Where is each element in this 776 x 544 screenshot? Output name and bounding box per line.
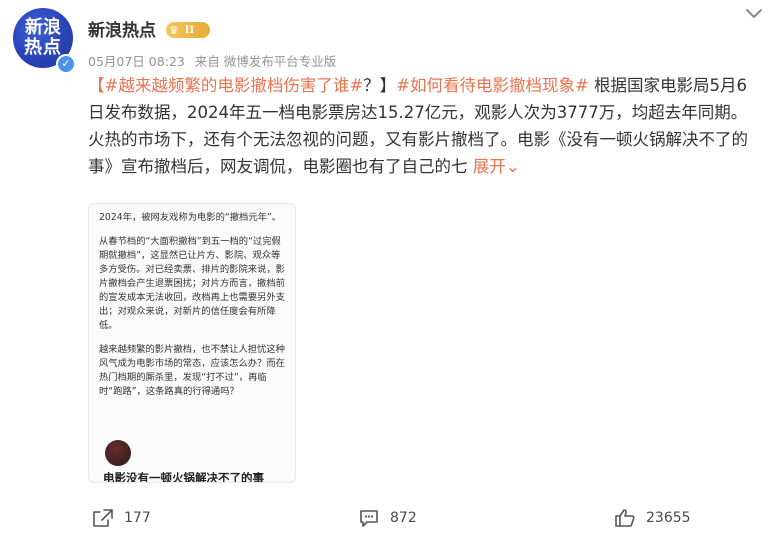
image-paragraph-3: 越来越频繁的影片撤档，也不禁让人担忧这种风气成为电影市场的常态，应该怎么办？而在… bbox=[99, 344, 285, 397]
text-open-bracket: 【 bbox=[88, 76, 105, 95]
repost-count: 177 bbox=[124, 510, 151, 526]
topic-tag-1[interactable]: #越来越频繁的电影撤档伤害了谁# bbox=[105, 76, 364, 95]
expand-link[interactable]: 展开 bbox=[473, 157, 506, 176]
verified-v-icon: ✓ bbox=[56, 54, 76, 74]
chevron-down-icon[interactable]: ⌄ bbox=[506, 157, 520, 176]
post-text: 【#越来越频繁的电影撤档伤害了谁#？】#如何看待电影撤档现象# 根据国家电影局5… bbox=[88, 72, 758, 180]
movie-poster-thumbnail bbox=[105, 440, 131, 466]
image-paragraph-2: 从春节档的“大面积撤档”到五一档的“过完假期就撤档”，这显然已让片方、影院、观众… bbox=[99, 236, 285, 331]
thumbs-up-icon bbox=[614, 508, 646, 528]
like-button[interactable]: 23655 bbox=[614, 508, 691, 528]
post-image[interactable]: 2024年，被网友戏称为电影的“撤档元年”。 从春节档的“大面积撤档”到五一档的… bbox=[88, 203, 296, 483]
post-meta: 05月07日 08:23 来自 微博发布平台专业版 bbox=[88, 51, 342, 70]
comment-count: 872 bbox=[390, 510, 417, 526]
comment-button[interactable]: 872 bbox=[358, 508, 417, 528]
post-date[interactable]: 05月07日 08:23 bbox=[88, 54, 185, 69]
member-badge[interactable]: ♛ II bbox=[166, 22, 210, 38]
image-footer: 电影没有一顿火锅解决不了的事 bbox=[89, 436, 295, 482]
like-count: 23655 bbox=[646, 510, 691, 526]
share-icon bbox=[92, 508, 124, 528]
author-name[interactable]: 新浪热点 bbox=[88, 16, 156, 41]
image-paragraph-1: 2024年，被网友戏称为电影的“撤档元年”。 bbox=[99, 212, 282, 223]
avatar-text-line1: 新浪 bbox=[25, 17, 61, 38]
action-bar: 177 872 23655 bbox=[0, 500, 776, 540]
post-source: 来自 微博发布平台专业版 bbox=[194, 54, 337, 69]
badge-level: II bbox=[184, 24, 195, 36]
topic-tag-2[interactable]: #如何看待电影撤档现象# bbox=[396, 76, 589, 95]
crown-icon: ♛ bbox=[169, 23, 179, 37]
comment-icon bbox=[358, 508, 390, 528]
avatar-text-line2: 热点 bbox=[24, 37, 62, 58]
image-caption: 电影没有一顿火锅解决不了的事 bbox=[103, 471, 264, 483]
repost-button[interactable]: 177 bbox=[92, 508, 151, 528]
chevron-down-icon[interactable] bbox=[742, 4, 766, 24]
text-after-tag1: ？】 bbox=[363, 76, 397, 95]
